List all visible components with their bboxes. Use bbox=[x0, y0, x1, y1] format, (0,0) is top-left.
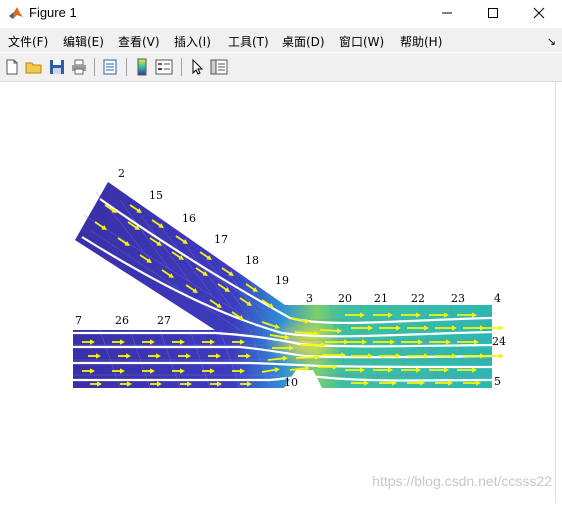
legend-icon[interactable] bbox=[155, 58, 173, 76]
toolbar bbox=[0, 53, 562, 82]
menu-insert[interactable]: 插入(I) bbox=[174, 33, 211, 50]
velocity-arrow-head bbox=[499, 353, 504, 359]
menu-edit[interactable]: 编辑(E) bbox=[63, 33, 104, 50]
menu-window[interactable]: 窗口(W) bbox=[339, 33, 384, 50]
figure-canvas[interactable]: 2 15 16 17 18 19 3 20 21 22 23 4 24 5 7 … bbox=[0, 82, 556, 503]
right-edge-strip bbox=[555, 82, 562, 503]
save-icon[interactable] bbox=[48, 58, 66, 76]
node-label: 24 bbox=[492, 335, 506, 348]
menu-bar: 文件(F) 编辑(E) 查看(V) 插入(I) 工具(T) 桌面(D) 窗口(W… bbox=[0, 28, 562, 52]
window-title: Figure 1 bbox=[29, 5, 77, 20]
node-label: 19 bbox=[275, 274, 289, 287]
maximize-icon bbox=[488, 8, 498, 18]
node-label: 15 bbox=[149, 189, 163, 202]
property-inspector-icon[interactable] bbox=[210, 58, 228, 76]
node-label: 16 bbox=[182, 212, 196, 225]
node-label: 2 bbox=[118, 167, 125, 180]
node-label: 22 bbox=[411, 292, 425, 305]
node-label: 21 bbox=[374, 292, 388, 305]
minimize-icon bbox=[442, 12, 452, 14]
node-label: 7 bbox=[75, 314, 82, 327]
flow-plot: 2 15 16 17 18 19 3 20 21 22 23 4 24 5 7 … bbox=[73, 167, 506, 389]
menu-tools[interactable]: 工具(T) bbox=[228, 33, 269, 50]
menu-file[interactable]: 文件(F) bbox=[8, 33, 48, 50]
node-label: 20 bbox=[338, 292, 352, 305]
menu-desktop[interactable]: 桌面(D) bbox=[282, 33, 325, 50]
node-label: 27 bbox=[157, 314, 171, 327]
minimize-button[interactable] bbox=[424, 0, 470, 26]
node-label: 17 bbox=[214, 233, 228, 246]
maximize-button[interactable] bbox=[470, 0, 516, 26]
close-button[interactable] bbox=[516, 0, 562, 26]
print-icon[interactable] bbox=[70, 58, 88, 76]
close-icon bbox=[533, 7, 545, 19]
node-label: 3 bbox=[306, 292, 313, 305]
menu-help[interactable]: 帮助(H) bbox=[400, 33, 442, 50]
toolbar-separator bbox=[94, 58, 95, 76]
dock-arrow-icon[interactable]: ↘ bbox=[547, 35, 556, 48]
watermark-text: https://blog.csdn.net/ccsss22 bbox=[372, 473, 552, 489]
velocity-arrow bbox=[319, 329, 340, 332]
node-label: 10 bbox=[284, 376, 298, 389]
pointer-icon[interactable] bbox=[188, 58, 206, 76]
node-label: 26 bbox=[115, 314, 129, 327]
node-label: 4 bbox=[494, 292, 501, 305]
toolbar-separator bbox=[181, 58, 182, 76]
node-label: 23 bbox=[451, 292, 465, 305]
open-file-icon[interactable] bbox=[25, 58, 43, 76]
toolbar-separator bbox=[126, 58, 127, 76]
matlab-logo-icon bbox=[9, 7, 23, 19]
high-velocity-region bbox=[265, 317, 345, 369]
menu-view[interactable]: 查看(V) bbox=[118, 33, 160, 50]
node-label: 5 bbox=[494, 375, 501, 388]
node-label: 18 bbox=[245, 254, 259, 267]
new-figure-icon[interactable] bbox=[3, 58, 21, 76]
title-bar: Figure 1 bbox=[0, 0, 562, 26]
velocity-arrow bbox=[295, 356, 318, 359]
print-preview-icon[interactable] bbox=[101, 58, 119, 76]
colorbar-icon[interactable] bbox=[133, 58, 151, 76]
velocity-arrow-head bbox=[499, 325, 504, 331]
